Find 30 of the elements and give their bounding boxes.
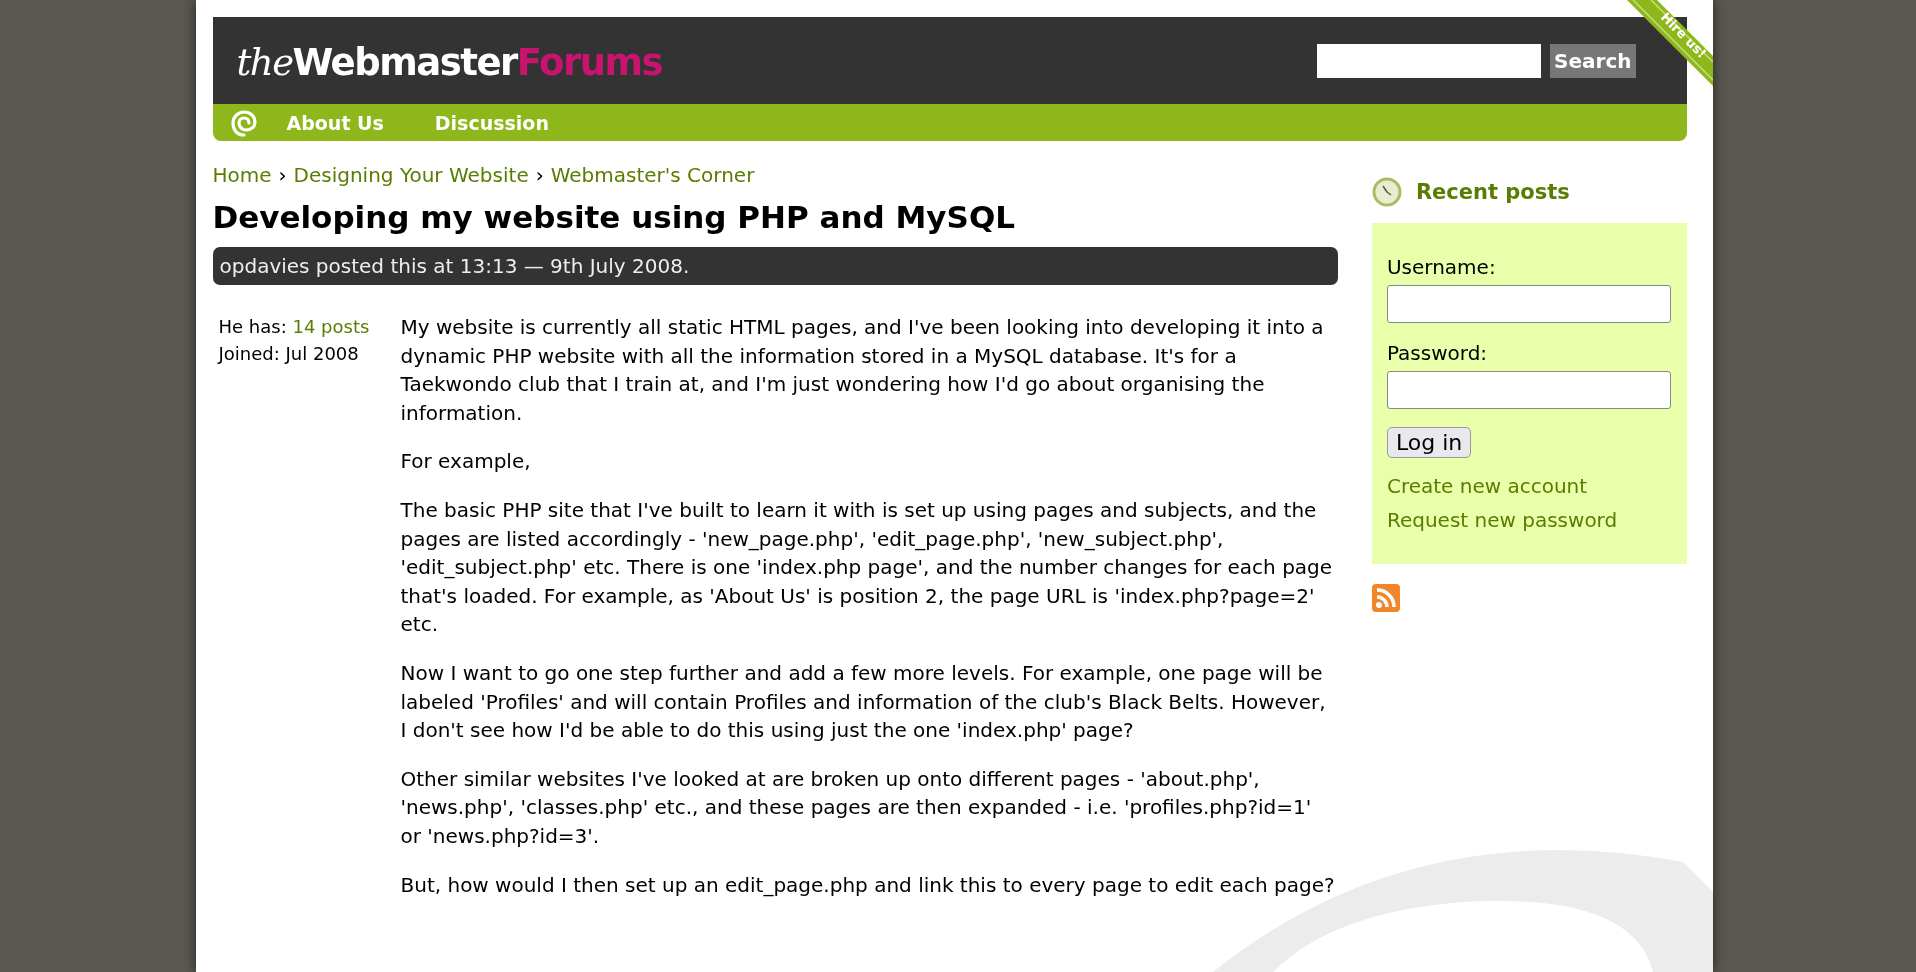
post-paragraph: But, how would I then set up an edit_page.php and link this to every page to edit each page? xyxy=(400,871,1336,899)
username-field[interactable] xyxy=(1386,285,1671,323)
joined-date: Joined: Jul 2008 xyxy=(218,342,360,366)
breadcrumb-link[interactable]: Designing Your Website xyxy=(293,163,529,187)
author-label: He has: xyxy=(218,316,287,337)
breadcrumb-separator: › xyxy=(535,163,544,187)
search-field[interactable] xyxy=(1317,43,1542,78)
breadcrumb-link[interactable]: Home xyxy=(212,163,272,187)
post-paragraph: For example, xyxy=(400,448,532,476)
post-paragraph: The basic PHP site that I've built to learn it with is set up using pages and subjects, and the pages are listed accordingly - 'new_page.php', 'edit_page.php', 'new_subject.php', 'edit_subject.php' etc. There is one 'index.php page', and the number changes for each page that's loaded. For example, as 'About Us' is position 2, the page URL is 'index.php?page=2' etc. xyxy=(400,496,1334,639)
account-link[interactable]: Create new account xyxy=(1386,474,1588,498)
post-title: Developing my website using PHP and MySQL xyxy=(212,199,1016,235)
search-button[interactable]: Search xyxy=(1550,43,1636,78)
post-meta: opdavies posted this at 13:13 — 9th July 2008. xyxy=(212,247,1338,285)
login-button[interactable]: Log in xyxy=(1386,427,1472,458)
sidebar-heading: Recent posts xyxy=(1415,180,1570,204)
post-paragraph: My website is currently all static HTML pages, and I've been looking into developing it into a dynamic PHP website with all the information stored in a MySQL database. It's for a Taekwondo club that I train at, and I'm just wondering how I'd go about organising the information. xyxy=(400,314,1325,427)
rss-icon[interactable] xyxy=(1371,584,1400,612)
password-label: Password: xyxy=(1386,341,1488,365)
post-paragraph: Other similar websites I've looked at are broken up onto different pages - 'about.php', 'news.php', 'classes.php' etc., and these pages are then expanded - i.e. 'profiles.php?id=1' or 'news.php?id=3'. xyxy=(400,765,1313,850)
breadcrumb-link[interactable]: Webmaster's Corner xyxy=(550,163,755,187)
account-link[interactable]: Request new password xyxy=(1386,508,1618,532)
site-logo[interactable]: theWebmasterForums xyxy=(236,41,663,84)
username-label: Username: xyxy=(1386,255,1496,279)
password-field[interactable] xyxy=(1386,371,1671,409)
spiral-icon[interactable] xyxy=(228,107,259,138)
post-paragraph: Now I want to go one step further and add a few more levels. For example, one page will be labeled 'Profiles' and will contain Profiles and information of the club's Black Belts. However, I don't see how I'd be able to do this using just the one 'index.php' page? xyxy=(400,659,1327,745)
breadcrumb-separator: › xyxy=(278,163,287,187)
posts-link[interactable]: 14 posts xyxy=(292,316,370,337)
clock-icon xyxy=(1371,177,1402,207)
